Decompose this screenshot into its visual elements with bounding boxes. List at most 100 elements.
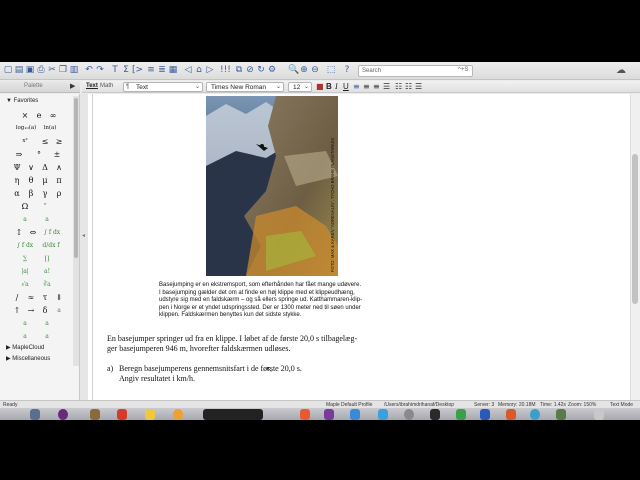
underline-button[interactable]: U [343, 82, 349, 91]
palette-template[interactable]: a [18, 214, 32, 225]
section-icon[interactable]: ▦ [168, 65, 178, 76]
copy-icon[interactable]: ❐ [58, 65, 68, 76]
palette-template[interactable]: ∛a [40, 279, 54, 290]
undo-icon[interactable]: ↶ [84, 65, 94, 76]
open-icon[interactable]: ▤ [14, 65, 24, 76]
palette-symbol[interactable]: ⇔ [26, 227, 40, 238]
active-apps-group[interactable] [203, 409, 263, 420]
palette-template[interactable]: a [18, 318, 32, 329]
collapse-arrow-icon[interactable]: ▶ [70, 82, 75, 90]
palette-template[interactable]: |a| [18, 266, 32, 277]
panel-splitter[interactable] [80, 94, 88, 400]
maple-icon[interactable] [530, 409, 540, 420]
palette-symbol[interactable]: ∨ [24, 162, 38, 173]
palette-symbol[interactable]: ⇓ [52, 292, 66, 303]
document-scroll-thumb[interactable] [632, 154, 638, 304]
visual-icon[interactable]: ⬚ [326, 65, 336, 76]
palette-template[interactable]: ∫ f dx [14, 240, 36, 251]
palette-template[interactable]: a [52, 305, 66, 316]
stop-icon[interactable]: ⊘ [245, 65, 255, 76]
restart-icon[interactable]: ↻ [256, 65, 266, 76]
cloud-icon[interactable]: ☁ [616, 65, 626, 76]
execute-icon[interactable]: !!! [220, 65, 231, 76]
palette-symbol[interactable]: x² [18, 136, 32, 147]
text-mode-button[interactable]: Text [86, 83, 98, 89]
siri-icon[interactable] [58, 409, 68, 420]
palette-symbol[interactable]: → [24, 305, 38, 316]
print-icon[interactable]: ⎙ [36, 65, 46, 76]
execute-selection-icon[interactable]: ⧉ [234, 65, 244, 76]
outdent-icon[interactable]: ≣ [157, 65, 167, 76]
word-icon[interactable] [480, 409, 490, 420]
palette-symbol[interactable]: η [10, 175, 24, 186]
calendar-icon[interactable] [117, 409, 127, 420]
palette-symbol[interactable]: γ [38, 188, 52, 199]
justify-icon[interactable]: ☰ [383, 82, 390, 91]
font-select[interactable]: Times New Roman ⌄ [206, 82, 284, 92]
help-icon[interactable]: ? [342, 65, 352, 76]
expand-arrow-icon[interactable]: ◂ [82, 232, 85, 239]
save-icon[interactable]: ▣ [25, 65, 35, 76]
palette-symbol[interactable]: Ψ [10, 162, 24, 173]
palette-symbol[interactable]: ↕ [12, 227, 26, 238]
text-insert-icon[interactable]: T [110, 65, 120, 76]
bold-button[interactable]: B [326, 82, 332, 91]
palette-symbol[interactable]: ≤ [38, 136, 52, 147]
home-icon[interactable]: ⌂ [194, 65, 204, 76]
palette-symbol[interactable]: δ [38, 305, 52, 316]
palette-symbol[interactable]: ° [32, 149, 46, 160]
zoom-out-icon[interactable]: ⊖ [310, 65, 320, 76]
powerpoint-icon[interactable] [506, 409, 516, 420]
trash-icon[interactable] [594, 409, 604, 420]
zoom-100-icon[interactable]: 🔍 [288, 65, 299, 76]
indent-list-icon[interactable]: ☰ [415, 82, 422, 91]
prompt-icon[interactable]: [> [132, 65, 143, 76]
align-right-icon[interactable]: ≡ [373, 82, 380, 91]
worksheet-document[interactable]: FOTO: MAX & KAREN "ADRENALIN", TYCHO BRA… [88, 94, 630, 400]
new-document-icon[interactable]: ▢ [3, 65, 13, 76]
italic-button[interactable]: I [335, 82, 338, 91]
palette-symbol[interactable]: e [32, 110, 46, 121]
math-mode-button[interactable]: Math [100, 83, 113, 89]
style-select[interactable]: ¶ Text ⌄ [123, 82, 203, 92]
palette-symbol[interactable]: ⇒ [12, 149, 26, 160]
align-left-icon[interactable]: ≡ [353, 82, 360, 91]
app-store-icon[interactable] [350, 409, 360, 420]
safari-icon[interactable] [378, 409, 388, 420]
text-color-icon[interactable]: ■ [316, 82, 324, 91]
palette-symbol[interactable]: / [10, 292, 24, 303]
palette-scroll-thumb[interactable] [74, 98, 78, 258]
palette-symbol[interactable]: ln(a) [40, 123, 60, 134]
font-size-select[interactable]: 12 ⌄ [288, 82, 312, 92]
finder-icon[interactable] [30, 409, 40, 420]
palette-symbol[interactable]: α [10, 188, 24, 199]
photos-icon[interactable] [173, 409, 183, 420]
numbered-list-icon[interactable]: ☷ [405, 82, 412, 91]
terminal-icon[interactable] [430, 409, 440, 420]
palette-symbol[interactable]: × [18, 110, 32, 121]
back-icon[interactable]: ◁ [183, 65, 193, 76]
math-insert-icon[interactable]: Σ [121, 65, 131, 76]
palette-symbol[interactable]: ∧ [52, 162, 66, 173]
palette-template[interactable]: √a [18, 279, 32, 290]
palette-symbol[interactable]: ≥ [52, 136, 66, 147]
redo-icon[interactable]: ↷ [95, 65, 105, 76]
palette-template[interactable]: a! [40, 266, 54, 277]
align-center-icon[interactable]: ≡ [363, 82, 370, 91]
system-preferences-icon[interactable] [404, 409, 414, 420]
palette-symbol[interactable]: ↑ [10, 305, 24, 316]
search-input[interactable]: Search [358, 65, 473, 77]
indent-icon[interactable]: ≡ [146, 65, 156, 76]
debug-icon[interactable]: ⚙ [267, 65, 277, 76]
palette-template[interactable]: a [40, 318, 54, 329]
palette-symbol[interactable]: Ω [18, 201, 32, 212]
preview-icon[interactable] [556, 409, 566, 420]
palette-symbol[interactable]: ± [50, 149, 64, 160]
excel-icon[interactable] [456, 409, 466, 420]
palette-template[interactable]: a [40, 331, 54, 342]
notes-icon[interactable] [145, 409, 155, 420]
favorites-section-header[interactable]: ▼ Favorites [6, 98, 38, 104]
cut-icon[interactable]: ✂ [47, 65, 57, 76]
miscellaneous-section-header[interactable]: ▶ Miscellaneous [6, 355, 50, 362]
palette-symbol[interactable]: π [52, 175, 66, 186]
